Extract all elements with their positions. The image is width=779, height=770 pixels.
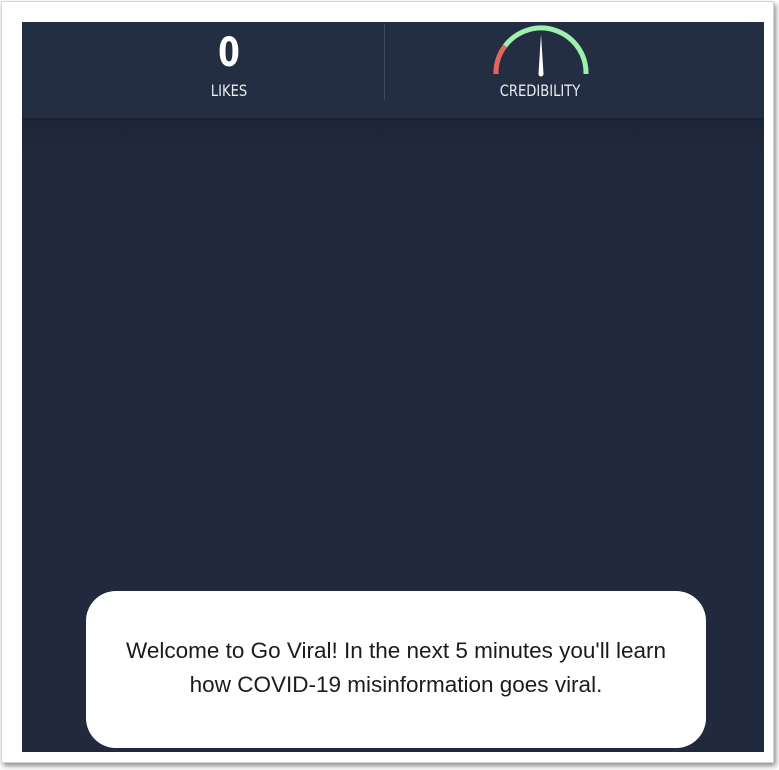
credibility-gauge-icon	[493, 25, 589, 77]
gauge-low-arc	[493, 44, 508, 75]
likes-count: 0	[218, 30, 240, 76]
stats-bar: 0 LIKES CREDIBILITY	[22, 22, 764, 118]
gauge-high-arc	[503, 25, 589, 75]
welcome-message-card[interactable]: Welcome to Go Viral! In the next 5 minut…	[86, 591, 706, 748]
credibility-label: CREDIBILITY	[499, 81, 581, 100]
screenshot-frame: 0 LIKES CREDIBILITY Welcome to Go Viral!…	[1, 1, 774, 763]
likes-label: LIKES	[210, 81, 248, 100]
stats-divider	[384, 24, 385, 100]
gauge-needle	[538, 34, 544, 77]
welcome-message-text: Welcome to Go Viral! In the next 5 minut…	[126, 637, 666, 697]
game-screen: 0 LIKES CREDIBILITY Welcome to Go Viral!…	[22, 22, 764, 752]
topbar-shadow	[22, 118, 764, 158]
